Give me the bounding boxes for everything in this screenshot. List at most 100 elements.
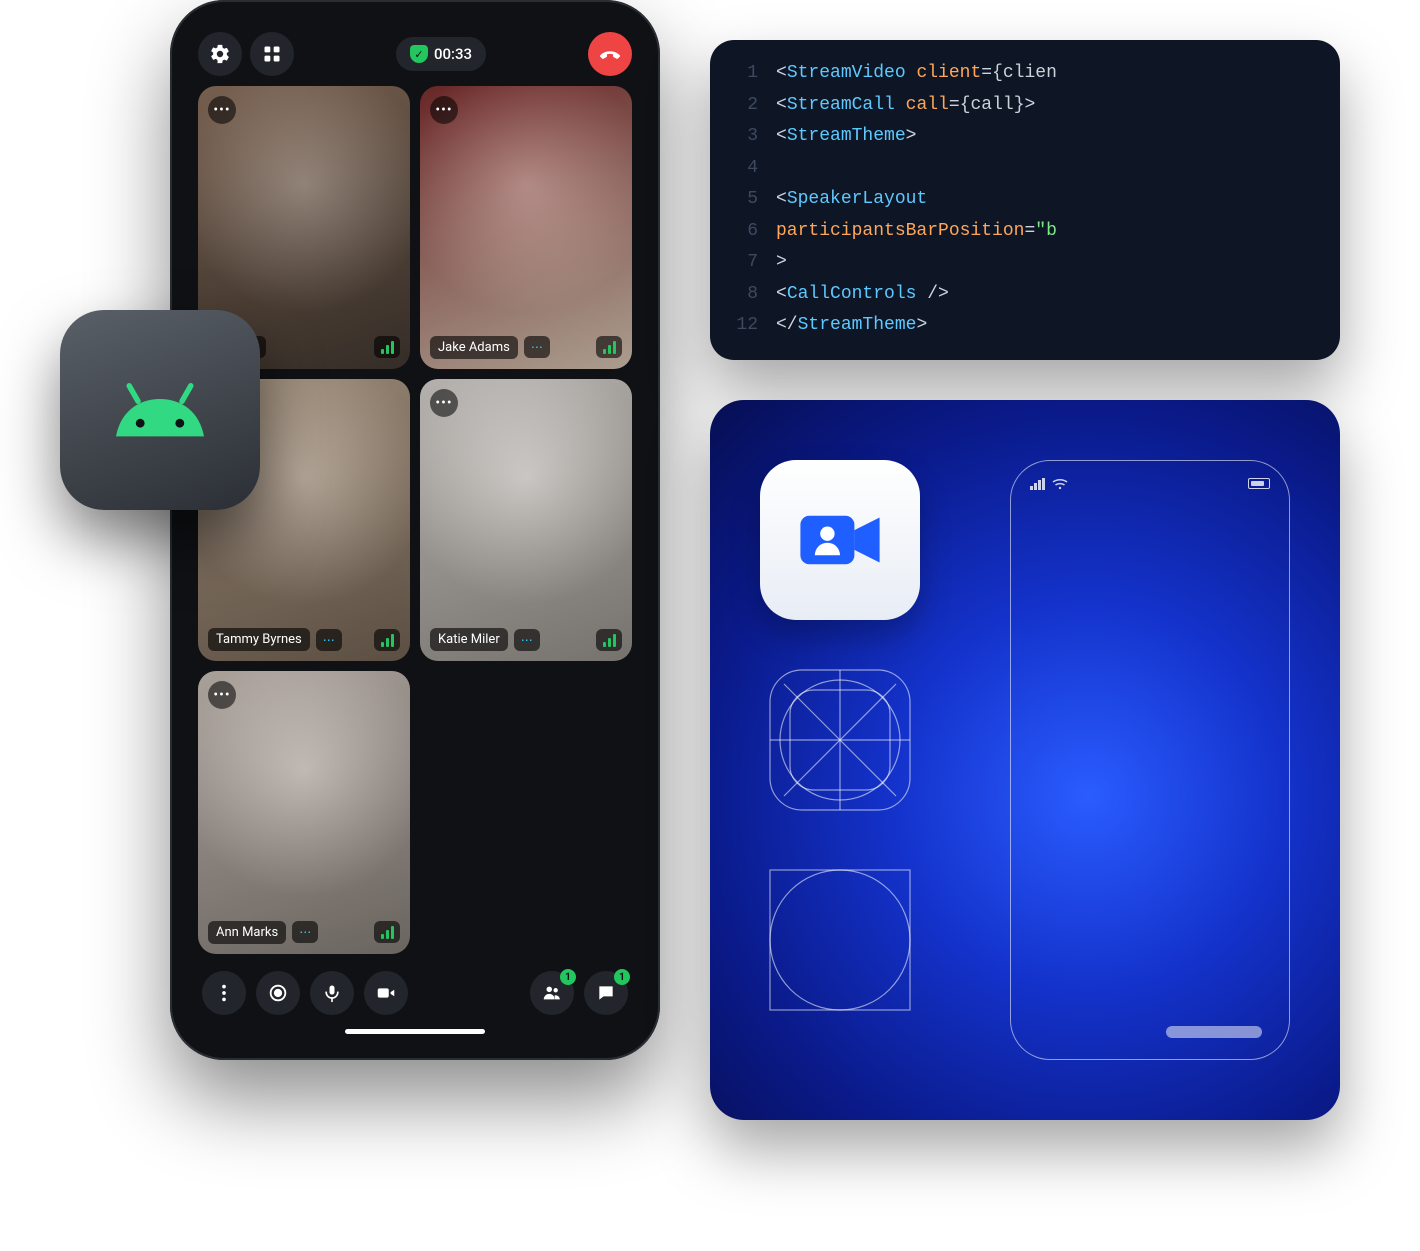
code-line: 12 </StreamTheme> xyxy=(730,310,1320,342)
dots-icon: ⋯ xyxy=(521,633,533,647)
gear-icon xyxy=(209,43,231,65)
tile-menu-button[interactable]: ⋯ xyxy=(524,336,550,358)
line-number: 8 xyxy=(730,279,758,311)
video-person-icon xyxy=(795,505,885,575)
code-content: <StreamTheme> xyxy=(776,121,916,153)
android-app-icon xyxy=(60,310,260,510)
more-options-button[interactable] xyxy=(202,971,246,1015)
settings-button[interactable] xyxy=(198,32,242,76)
participant-name: Jake Adams xyxy=(430,336,518,359)
code-line: 4 xyxy=(730,153,1320,185)
line-number: 1 xyxy=(730,58,758,90)
participant-name: Ann Marks xyxy=(208,921,286,944)
dots-horizontal-icon: ••• xyxy=(213,687,230,703)
tile-options-button[interactable]: ••• xyxy=(430,389,458,417)
blueprint-grid-icon xyxy=(760,660,920,820)
grid-icon xyxy=(262,44,282,64)
code-line: 7> xyxy=(730,247,1320,279)
line-number: 3 xyxy=(730,121,758,153)
dots-vertical-icon xyxy=(213,982,235,1004)
call-top-bar: ✓ 00:33 xyxy=(188,18,642,86)
line-number: 12 xyxy=(730,310,758,342)
blueprint-circle-square-icon xyxy=(760,860,920,1020)
code-line: 1 <StreamVideo client={clien xyxy=(730,58,1320,90)
dots-horizontal-icon: ••• xyxy=(435,395,452,411)
android-icon xyxy=(105,375,215,445)
microphone-icon xyxy=(322,983,342,1003)
tile-name-bar: Katie Miler ⋯ xyxy=(430,628,622,651)
home-indicator xyxy=(345,1029,485,1034)
connection-quality-icon xyxy=(596,629,622,651)
line-number: 6 xyxy=(730,216,758,248)
blueprint-card xyxy=(710,400,1340,1120)
line-number: 7 xyxy=(730,247,758,279)
tile-options-button[interactable]: ••• xyxy=(430,96,458,124)
code-content: <StreamVideo client={clien xyxy=(776,58,1057,90)
code-content: participantsBarPosition="b xyxy=(776,216,1057,248)
video-placeholder xyxy=(420,379,632,662)
call-duration-pill[interactable]: ✓ 00:33 xyxy=(396,37,486,71)
dots-icon: ⋯ xyxy=(299,925,311,939)
video-placeholder xyxy=(420,86,632,369)
app-icon-preview xyxy=(760,460,920,620)
verified-shield-icon: ✓ xyxy=(410,45,428,63)
connection-quality-icon xyxy=(596,336,622,358)
layout-grid-button[interactable] xyxy=(250,32,294,76)
code-line: 3 <StreamTheme> xyxy=(730,121,1320,153)
battery-icon xyxy=(1248,478,1270,489)
video-placeholder xyxy=(198,671,410,954)
signal-bars-icon xyxy=(1030,478,1046,490)
chat-icon xyxy=(596,983,616,1003)
code-content: <CallControls /> xyxy=(776,279,949,311)
code-line: 6 participantsBarPosition="b xyxy=(730,216,1320,248)
dots-icon: ⋯ xyxy=(531,340,543,354)
phone-screen: ✓ 00:33 •••is⋯•••Jake Adams⋯•••Tammy Byr… xyxy=(188,18,642,1042)
tile-name-bar: Ann Marks ⋯ xyxy=(208,921,400,944)
tile-menu-button[interactable]: ⋯ xyxy=(514,629,540,651)
wifi-icon xyxy=(1052,478,1068,490)
blueprint-phone-outline xyxy=(1010,460,1290,1060)
mic-button[interactable] xyxy=(310,971,354,1015)
tile-menu-button[interactable]: ⋯ xyxy=(292,921,318,943)
line-number: 4 xyxy=(730,153,758,185)
tile-options-button[interactable]: ••• xyxy=(208,96,236,124)
code-snippet-panel: 1<StreamVideo client={clien2 <StreamCall… xyxy=(710,40,1340,360)
dots-icon: ⋯ xyxy=(323,633,335,647)
record-button[interactable] xyxy=(256,971,300,1015)
code-line: 2 <StreamCall call={call}> xyxy=(730,90,1320,122)
code-content: > xyxy=(776,247,787,279)
chat-button[interactable]: 1 xyxy=(584,971,628,1015)
dots-horizontal-icon: ••• xyxy=(213,102,230,118)
chat-badge: 1 xyxy=(614,969,630,985)
camera-icon xyxy=(375,982,397,1004)
participant-name: Tammy Byrnes xyxy=(208,628,310,651)
tile-name-bar: Tammy Byrnes ⋯ xyxy=(208,628,400,651)
tile-name-bar: Jake Adams ⋯ xyxy=(430,336,622,359)
phone-mockup: ✓ 00:33 •••is⋯•••Jake Adams⋯•••Tammy Byr… xyxy=(170,0,660,1060)
end-call-button[interactable] xyxy=(588,32,632,76)
participant-name: Katie Miler xyxy=(430,628,508,651)
line-number: 5 xyxy=(730,184,758,216)
call-bottom-bar: 1 1 xyxy=(188,957,642,1023)
connection-quality-icon xyxy=(374,629,400,651)
phone-home-indicator xyxy=(1166,1026,1262,1038)
hangup-icon xyxy=(598,42,622,66)
tile-menu-button[interactable]: ⋯ xyxy=(316,629,342,651)
code-content: <StreamCall call={call}> xyxy=(776,90,1035,122)
call-duration: 00:33 xyxy=(434,45,472,63)
participant-tile[interactable]: ••• Jake Adams ⋯ xyxy=(420,86,632,369)
participant-grid: •••is⋯•••Jake Adams⋯•••Tammy Byrnes⋯•••K… xyxy=(188,86,642,957)
connection-quality-icon xyxy=(374,921,400,943)
record-icon xyxy=(267,982,289,1004)
code-line: 8 <CallControls /> xyxy=(730,279,1320,311)
participant-tile[interactable]: ••• Ann Marks ⋯ xyxy=(198,671,410,954)
participants-button[interactable]: 1 xyxy=(530,971,574,1015)
participants-badge: 1 xyxy=(560,969,576,985)
code-line: 5 <SpeakerLayout xyxy=(730,184,1320,216)
people-icon xyxy=(541,982,563,1004)
camera-button[interactable] xyxy=(364,971,408,1015)
connection-quality-icon xyxy=(374,336,400,358)
line-number: 2 xyxy=(730,90,758,122)
participant-tile[interactable]: ••• Katie Miler ⋯ xyxy=(420,379,632,662)
dots-horizontal-icon: ••• xyxy=(435,102,452,118)
